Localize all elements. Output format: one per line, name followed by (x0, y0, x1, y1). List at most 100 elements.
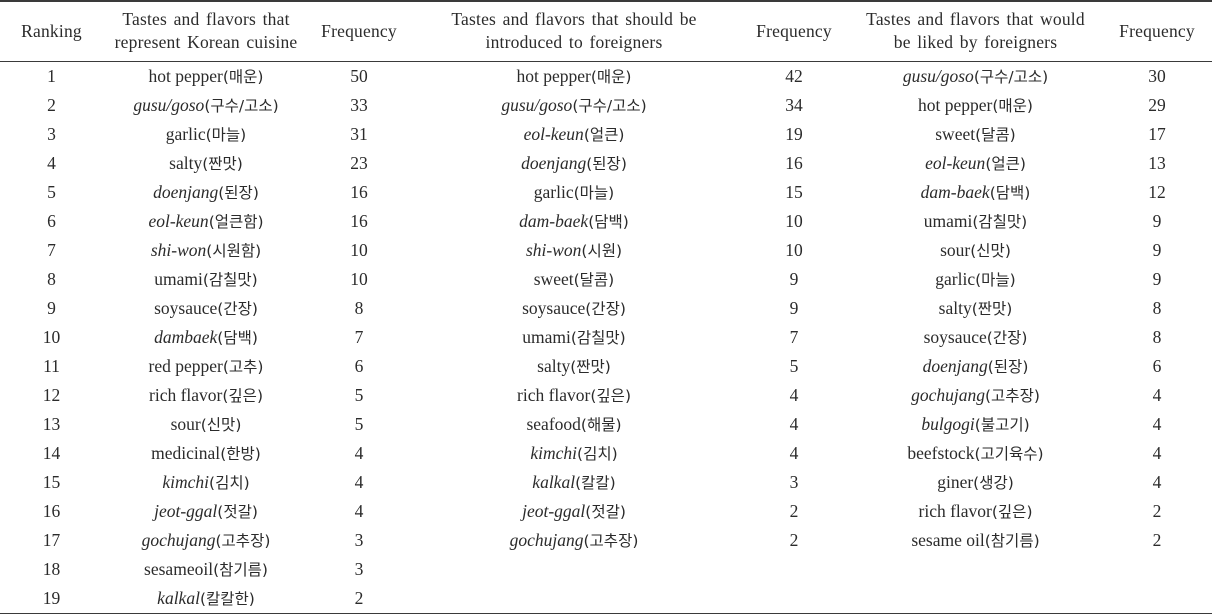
cell-flavor-represent-korean: doenjang(된장) (103, 178, 309, 207)
term-korean: (마늘) (573, 183, 615, 202)
term-romanized: medicinal (151, 442, 221, 463)
cell-frequency-liked-foreigners: 2 (1152, 500, 1162, 521)
cell-flavor-represent-korean: eol-keun(얼큰함) (103, 207, 309, 236)
cell-flavor-introduce-foreigners: sweet(달콤) (409, 265, 739, 294)
table-row: 12 rich flavor(깊은) 5 rich flavor(깊은) 4 gochuj… (0, 381, 1212, 410)
table-row: 18 sesameoil(참기름) 3 (0, 555, 1212, 584)
term-romanized: hot pepper (918, 94, 993, 115)
column-header-introduced-to-foreigners: Tastes and flavors that should be introd… (451, 9, 697, 53)
term-romanized: sweet (533, 268, 574, 289)
column-header-liked-by-foreigners: Tastes and flavors that would be liked b… (866, 9, 1085, 53)
cell-ranking: 13 (42, 413, 61, 434)
cell-flavor-introduce-foreigners: jeot-ggal(젓갈) (409, 497, 739, 526)
term-korean: (매운) (992, 96, 1033, 115)
term-romanized: rich flavor (149, 384, 223, 405)
term-korean: (매운) (222, 67, 264, 86)
term-romanized: rich flavor (517, 384, 591, 405)
cell-ranking: 6 (47, 210, 56, 231)
term-korean: (젓갈) (217, 502, 258, 521)
cell-frequency-represent-korean: 50 (350, 65, 368, 86)
cell-ranking: 11 (43, 355, 60, 376)
cell-frequency-introduce-foreigners: 10 (785, 210, 803, 231)
cell-flavor-represent-korean: kalkal(칼칼한) (103, 584, 309, 614)
table-row: 3 garlic(마늘) 31 eol-keun(얼큰) 19 sweet(달콤) 17 (0, 120, 1212, 149)
term-korean: (된장) (586, 154, 627, 173)
cell-flavor-introduce-foreigners: umami(감칠맛) (409, 323, 739, 352)
term-romanized: kalkal (157, 587, 200, 608)
term-romanized: eol-keun (925, 152, 986, 173)
cell-flavor-represent-korean: salty(짠맛) (103, 149, 309, 178)
term-korean: (젓갈) (585, 502, 626, 521)
term-korean: (마늘) (205, 125, 247, 144)
term-korean: (고추장) (583, 531, 639, 550)
term-korean: (고추장) (215, 531, 271, 550)
cell-ranking: 15 (42, 471, 61, 492)
term-romanized: doenjang (922, 355, 988, 376)
cell-frequency-liked-foreigners (1102, 584, 1212, 614)
cell-frequency-represent-korean: 7 (354, 326, 364, 347)
cell-flavor-liked-foreigners: sweet(달콤) (849, 120, 1102, 149)
term-romanized: eol-keun (523, 123, 584, 144)
term-romanized: salty (537, 355, 571, 376)
cell-frequency-introduce-foreigners: 3 (789, 471, 799, 492)
term-korean: (달콤) (573, 270, 615, 289)
term-korean: (마늘) (975, 270, 1016, 289)
term-korean: (담백) (989, 183, 1031, 202)
cell-frequency-represent-korean: 2 (354, 587, 364, 608)
cell-flavor-represent-korean: dambaek(담백) (103, 323, 309, 352)
cell-flavor-introduce-foreigners: seafood(해물) (409, 410, 739, 439)
table-row: 11 red pepper(고추) 6 salty(짠맛) 5 doenjang(된장) 6 (0, 352, 1212, 381)
cell-flavor-liked-foreigners: sour(신맛) (849, 236, 1102, 265)
term-romanized: jeot-ggal (522, 500, 586, 521)
cell-flavor-liked-foreigners (849, 584, 1102, 614)
cell-flavor-introduce-foreigners: shi-won(시원) (409, 236, 739, 265)
term-korean: (구수/고소) (204, 96, 279, 115)
term-romanized: sesameoil (144, 558, 214, 579)
cell-flavor-represent-korean: kimchi(김치) (103, 468, 309, 497)
term-korean: (칼칼) (575, 473, 616, 492)
term-romanized: seafood (526, 413, 581, 434)
table-row: 6 eol-keun(얼큰함) 16 dam-baek(담백) 10 umami(감칠맛)… (0, 207, 1212, 236)
term-korean: (감칠맛) (972, 212, 1028, 231)
cell-frequency-introduce-foreigners (739, 584, 849, 614)
term-korean: (시원) (581, 241, 623, 260)
term-korean: (얼큰) (985, 154, 1026, 173)
term-romanized: gusu/goso (902, 65, 974, 86)
cell-frequency-introduce-foreigners: 4 (789, 442, 799, 463)
term-romanized: beefstock (907, 442, 975, 463)
table-header: Ranking Tastes and flavors that represen… (0, 1, 1212, 62)
cell-ranking: 14 (42, 442, 61, 463)
cell-flavor-liked-foreigners: doenjang(된장) (849, 352, 1102, 381)
term-korean: (짠맛) (971, 299, 1013, 318)
term-romanized: red pepper (148, 355, 223, 376)
tastes-flavors-table: Ranking Tastes and flavors that represen… (0, 0, 1212, 614)
cell-flavor-represent-korean: jeot-ggal(젓갈) (103, 497, 309, 526)
cell-ranking: 1 (47, 65, 56, 86)
cell-frequency-introduce-foreigners: 9 (789, 268, 799, 289)
term-romanized: umami (154, 268, 203, 289)
term-romanized: dam-baek (920, 181, 990, 202)
cell-flavor-liked-foreigners: umami(감칠맛) (849, 207, 1102, 236)
cell-frequency-represent-korean: 6 (354, 355, 364, 376)
term-korean: (칼칼한) (199, 589, 255, 608)
term-korean: (김치) (209, 473, 250, 492)
cell-frequency-introduce-foreigners: 2 (789, 529, 799, 550)
term-romanized: bulgogi (921, 413, 975, 434)
table-row: 13 sour(신맛) 5 seafood(해물) 4 bulgogi(불고기) 4 (0, 410, 1212, 439)
term-korean: (짠맛) (202, 154, 243, 173)
term-korean: (간장) (585, 299, 626, 318)
term-romanized: garlic (165, 123, 206, 144)
cell-frequency-liked-foreigners: 9 (1152, 268, 1162, 289)
cell-ranking: 18 (42, 558, 61, 579)
term-romanized: gochujang (141, 529, 216, 550)
cell-frequency-introduce-foreigners: 42 (785, 65, 803, 86)
cell-frequency-represent-korean: 3 (354, 558, 364, 579)
cell-frequency-represent-korean: 23 (350, 152, 368, 173)
cell-ranking: 17 (42, 529, 61, 550)
term-romanized: giner (937, 471, 974, 492)
term-romanized: salty (938, 297, 972, 318)
term-korean: (달콤) (975, 125, 1016, 144)
cell-flavor-represent-korean: rich flavor(깊은) (103, 381, 309, 410)
cell-flavor-liked-foreigners: soysauce(간장) (849, 323, 1102, 352)
term-romanized: doenjang (153, 181, 219, 202)
